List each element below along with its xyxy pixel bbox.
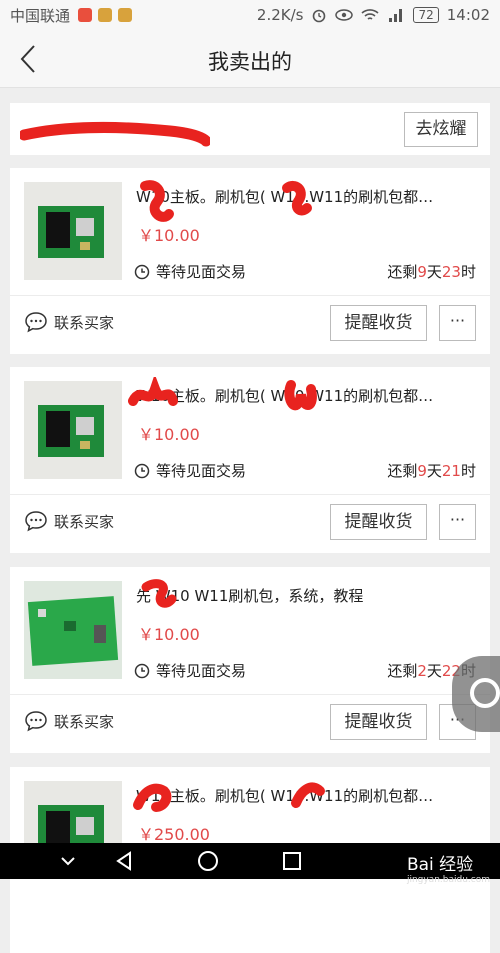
recents-square-icon[interactable] bbox=[280, 849, 304, 873]
more-options-button[interactable]: ··· bbox=[439, 504, 476, 540]
watermark-brand: Bai 经验 bbox=[406, 855, 474, 875]
contact-buyer-label: 联系买家 bbox=[54, 313, 115, 332]
remaining-days: 2 bbox=[417, 662, 427, 680]
order-status-text: 等待见面交易 bbox=[156, 263, 247, 281]
hour-unit: 时 bbox=[460, 462, 476, 480]
order-status: 等待见面交易 bbox=[134, 660, 246, 681]
order-status: 等待见面交易 bbox=[134, 261, 246, 282]
page-title: 我卖出的 bbox=[208, 50, 292, 74]
remind-receipt-button[interactable]: 提醒收货 bbox=[330, 504, 427, 540]
contact-buyer-label: 联系买家 bbox=[54, 512, 115, 531]
home-circle-icon[interactable] bbox=[196, 849, 220, 873]
remaining-time: 还剩9天23时 bbox=[387, 261, 476, 282]
order-card: W10主板。刷机包( W10.W11的刷机包都… ￥10.00 等待见面交易 还… bbox=[10, 168, 490, 354]
assist-ring-icon bbox=[470, 678, 500, 708]
chat-bubble-icon bbox=[25, 711, 47, 732]
clock-icon bbox=[134, 663, 150, 678]
remaining-prefix: 还剩 bbox=[387, 263, 418, 281]
remind-receipt-button[interactable]: 提醒收货 bbox=[330, 305, 427, 341]
share-banner: 去炫耀 bbox=[10, 103, 490, 155]
eye-icon bbox=[335, 9, 354, 21]
remaining-days: 9 bbox=[417, 462, 427, 480]
product-description[interactable]: 先 W10 W11刷机包，系统，教程 bbox=[136, 585, 476, 606]
product-description[interactable]: W10主板。刷机包( W10.W11的刷机包都… bbox=[136, 785, 476, 806]
order-status-text: 等待见面交易 bbox=[156, 462, 247, 480]
contact-buyer-button[interactable]: 联系买家 bbox=[24, 710, 114, 732]
app-notification-icon bbox=[98, 8, 113, 22]
network-speed: 2.2K/s bbox=[256, 6, 304, 24]
product-thumbnail[interactable] bbox=[24, 182, 122, 280]
order-card: W10主板。刷机包( W10.W11的刷机包都… ￥10.00 等待见面交易 还… bbox=[10, 367, 490, 553]
remaining-prefix: 还剩 bbox=[387, 662, 418, 680]
order-status: 等待见面交易 bbox=[134, 460, 246, 481]
product-price: ￥10.00 bbox=[138, 226, 200, 245]
divider bbox=[10, 494, 490, 495]
product-price: ￥250.00 bbox=[138, 825, 210, 844]
remaining-days: 9 bbox=[417, 263, 427, 281]
hour-unit: 时 bbox=[460, 263, 476, 281]
signal-icon bbox=[389, 9, 403, 22]
product-price: ￥10.00 bbox=[138, 625, 200, 644]
top-nav-bar: 我卖出的 bbox=[0, 30, 500, 88]
clock-icon bbox=[134, 463, 150, 478]
clock-icon bbox=[134, 264, 150, 279]
alarm-icon bbox=[313, 9, 326, 23]
day-unit: 天 bbox=[426, 462, 442, 480]
remind-receipt-button[interactable]: 提醒收货 bbox=[330, 704, 427, 740]
watermark-url: jingyan.baidu.com bbox=[406, 875, 490, 885]
more-options-button[interactable]: ··· bbox=[439, 305, 476, 341]
divider bbox=[10, 694, 490, 695]
order-status-text: 等待见面交易 bbox=[156, 662, 247, 680]
app-notification-icon bbox=[118, 8, 133, 22]
product-thumbnail[interactable] bbox=[24, 381, 122, 479]
remaining-prefix: 还剩 bbox=[387, 462, 418, 480]
status-bar: 中国联通 2.2K/s 72 14:02 bbox=[0, 0, 500, 30]
floating-assist-button[interactable] bbox=[452, 656, 500, 732]
day-unit: 天 bbox=[426, 662, 442, 680]
wifi-icon bbox=[361, 9, 380, 20]
app-notification-icon bbox=[78, 8, 93, 22]
hide-keyboard-chevron-icon[interactable] bbox=[56, 849, 80, 873]
show-off-button[interactable]: 去炫耀 bbox=[404, 112, 478, 147]
carrier-name: 中国联通 bbox=[10, 6, 71, 25]
product-description[interactable]: W10主板。刷机包( W10.W11的刷机包都… bbox=[136, 186, 476, 207]
day-unit: 天 bbox=[426, 263, 442, 281]
back-triangle-icon[interactable] bbox=[112, 849, 136, 873]
product-price: ￥10.00 bbox=[138, 425, 200, 444]
remaining-hours: 23 bbox=[441, 263, 461, 281]
battery-level: 72 bbox=[413, 7, 439, 23]
remaining-time: 还剩9天21时 bbox=[387, 460, 476, 481]
contact-buyer-button[interactable]: 联系买家 bbox=[24, 311, 114, 333]
chat-bubble-icon bbox=[25, 312, 47, 333]
redaction-scribble bbox=[20, 122, 210, 147]
contact-buyer-button[interactable]: 联系买家 bbox=[24, 510, 114, 532]
baidu-jingyan-watermark: Bai 经验 jingyan.baidu.com bbox=[407, 850, 490, 885]
clock: 14:02 bbox=[446, 6, 490, 24]
remaining-hours: 21 bbox=[441, 462, 461, 480]
divider bbox=[10, 295, 490, 296]
system-nav-bar: Bai 经验 jingyan.baidu.com bbox=[0, 843, 500, 885]
chat-bubble-icon bbox=[25, 511, 47, 532]
order-card: 先 W10 W11刷机包，系统，教程 ￥10.00 等待见面交易 还剩2天22时… bbox=[10, 567, 490, 753]
contact-buyer-label: 联系买家 bbox=[54, 712, 115, 731]
product-description[interactable]: W10主板。刷机包( W10.W11的刷机包都… bbox=[136, 385, 476, 406]
product-thumbnail[interactable] bbox=[24, 581, 122, 679]
